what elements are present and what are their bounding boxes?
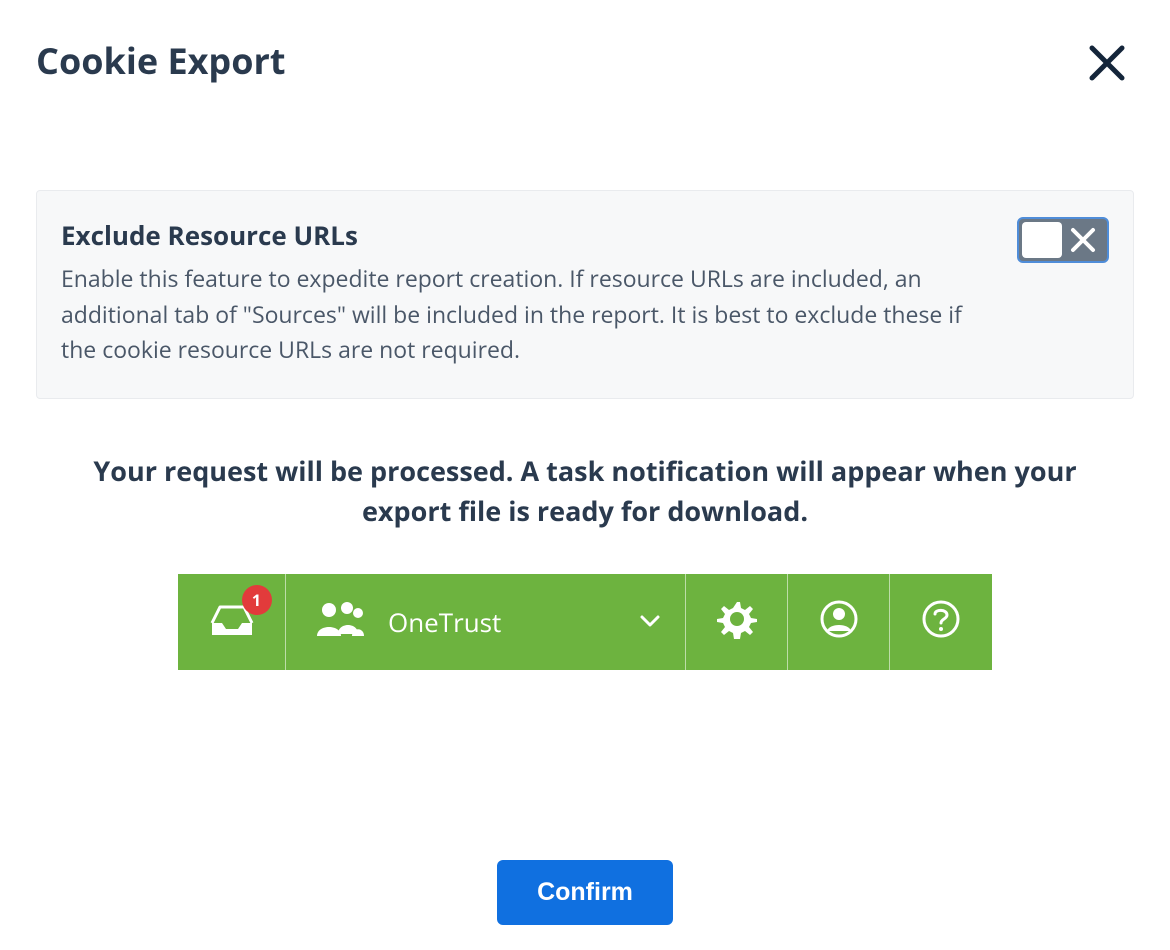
modal-header: Cookie Export (36, 36, 1134, 90)
toolbar-inbox-cell: 1 (178, 574, 286, 670)
toolbar-help-cell (890, 574, 992, 670)
user-circle-icon (819, 599, 859, 644)
option-title: Exclude Resource URLs (61, 217, 993, 253)
toolbar-org-label: OneTrust (388, 604, 617, 640)
toolbar-org-cell: OneTrust (286, 574, 686, 670)
toggle-off-icon (1062, 227, 1104, 253)
close-icon (1086, 42, 1128, 84)
inbox-icon: 1 (208, 599, 256, 644)
exclude-resource-urls-card: Exclude Resource URLs Enable this featur… (36, 190, 1134, 399)
users-icon (314, 600, 366, 643)
cookie-export-modal: Cookie Export Exclude Resource URLs Enab… (0, 0, 1170, 950)
notification-badge: 1 (242, 585, 272, 615)
chevron-down-icon (639, 611, 661, 633)
toggle-knob (1022, 222, 1062, 258)
modal-title: Cookie Export (36, 36, 285, 85)
confirm-button-wrap: Confirm (36, 860, 1134, 925)
processing-message: Your request will be processed. A task n… (36, 451, 1134, 532)
toolbar-profile-cell (788, 574, 890, 670)
exclude-urls-toggle[interactable] (1017, 217, 1109, 263)
gear-icon (717, 599, 757, 644)
confirm-button[interactable]: Confirm (497, 860, 673, 925)
option-description: Enable this feature to expedite report c… (61, 261, 993, 368)
option-text: Exclude Resource URLs Enable this featur… (61, 217, 993, 368)
toolbar-preview: 1 OneTrust (178, 574, 992, 670)
close-button[interactable] (1080, 36, 1134, 90)
toolbar-settings-cell (686, 574, 788, 670)
help-icon (921, 599, 961, 644)
